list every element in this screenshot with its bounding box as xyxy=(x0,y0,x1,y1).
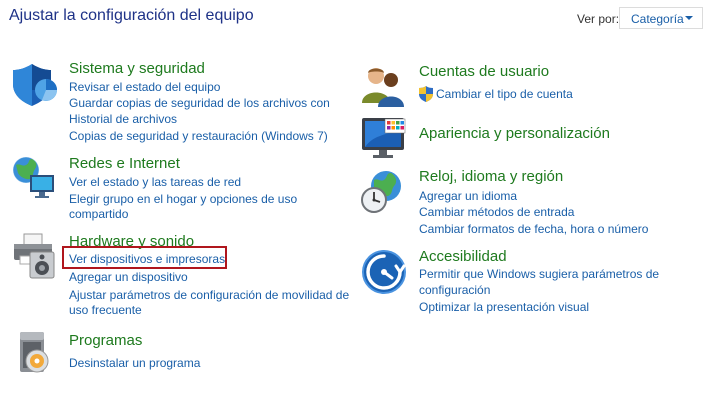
link-windows-suggest-settings[interactable]: Permitir que Windows sugiera parámetros … xyxy=(419,266,659,282)
shield-icon[interactable] xyxy=(10,60,58,108)
link-mobility-settings-cont[interactable]: uso frecuente xyxy=(69,302,142,318)
user-accounts-icon[interactable] xyxy=(360,63,408,111)
category-network-internet[interactable]: Redes e Internet xyxy=(69,155,180,172)
uac-shield-icon xyxy=(419,86,433,102)
link-change-date-formats[interactable]: Cambiar formatos de fecha, hora o número xyxy=(419,221,648,237)
clock-globe-icon[interactable] xyxy=(360,168,408,216)
link-devices-printers[interactable]: Ver dispositivos e impresoras xyxy=(69,251,225,267)
link-homegroup-sharing[interactable]: Elegir grupo en el hogar y opciones de u… xyxy=(69,191,297,207)
category-programs[interactable]: Programas xyxy=(69,332,142,349)
category-system-security[interactable]: Sistema y seguridad xyxy=(69,60,205,77)
accessibility-icon[interactable] xyxy=(360,248,408,296)
page-title: Ajustar la configuración del equipo xyxy=(9,7,254,24)
link-file-history-backup[interactable]: Guardar copias de seguridad de los archi… xyxy=(69,95,330,111)
programs-box-icon[interactable] xyxy=(10,328,58,376)
link-optimize-visual-display[interactable]: Optimizar la presentación visual xyxy=(419,299,589,315)
network-globe-icon[interactable] xyxy=(10,153,58,201)
category-clock-language-region[interactable]: Reloj, idioma y región xyxy=(419,168,563,185)
monitor-palette-icon[interactable] xyxy=(360,114,408,162)
link-network-status-tasks[interactable]: Ver el estado y las tareas de red xyxy=(69,174,241,190)
category-user-accounts[interactable]: Cuentas de usuario xyxy=(419,63,549,80)
link-change-input-methods[interactable]: Cambiar métodos de entrada xyxy=(419,204,574,220)
link-review-computer-status[interactable]: Revisar el estado del equipo xyxy=(69,79,220,95)
link-add-language[interactable]: Agregar un idioma xyxy=(419,188,517,204)
chevron-down-icon xyxy=(685,16,693,20)
link-file-history-backup-cont[interactable]: Historial de archivos xyxy=(69,111,177,127)
link-windows-suggest-settings-cont[interactable]: configuración xyxy=(419,282,490,298)
link-change-account-type[interactable]: Cambiar el tipo de cuenta xyxy=(436,86,573,102)
view-by-selected: Categoría xyxy=(631,12,684,26)
category-accessibility[interactable]: Accesibilidad xyxy=(419,248,507,265)
link-backup-restore-win7[interactable]: Copias de seguridad y restauración (Wind… xyxy=(69,128,328,144)
printer-speaker-icon[interactable] xyxy=(10,232,58,280)
view-by-dropdown[interactable]: Categoría xyxy=(619,7,703,29)
view-by-label: Ver por: xyxy=(577,12,620,26)
link-uninstall-program[interactable]: Desinstalar un programa xyxy=(69,355,200,371)
link-add-device[interactable]: Agregar un dispositivo xyxy=(69,269,188,285)
link-mobility-settings[interactable]: Ajustar parámetros de configuración de m… xyxy=(69,287,349,303)
link-homegroup-sharing-cont[interactable]: compartido xyxy=(69,206,128,222)
category-appearance-personalization[interactable]: Apariencia y personalización xyxy=(419,125,610,142)
